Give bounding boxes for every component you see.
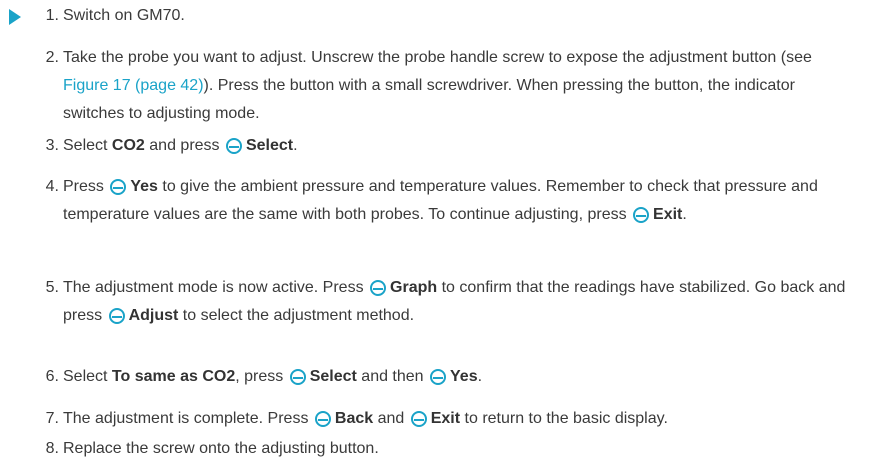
text-run: to return to the basic display. (460, 410, 668, 427)
step-4: 4. Press Yes to give the ambient pressure… (39, 173, 859, 229)
function-key-icon (370, 280, 387, 296)
function-key-icon (108, 308, 125, 324)
step-8: 8. Replace the screw onto the adjusting b… (39, 435, 859, 463)
step-text: Switch on GM70. (63, 2, 859, 30)
text-run: Press (63, 178, 109, 195)
text-run: Select (63, 137, 112, 154)
step-text: The adjustment is complete. Press Back a… (63, 405, 859, 433)
text-run: . (477, 368, 483, 385)
text-run: Switch on GM70. (63, 7, 185, 24)
bold-term: CO2 (111, 137, 145, 154)
step-text: Select CO2 and press Select. (63, 132, 859, 160)
step-number: 6. (45, 368, 59, 385)
step-1: 1. Switch on GM70. (39, 2, 859, 30)
step-number: 7. (45, 410, 59, 427)
text-run: . (293, 137, 298, 154)
text-run: The adjustment is complete. Press (63, 410, 313, 427)
step-2: 2. Take the probe you want to adjust. Uns… (39, 44, 859, 128)
text-run: . (682, 206, 687, 223)
bold-term: Select (309, 368, 357, 385)
step-text: The adjustment mode is now active. Press… (63, 274, 859, 330)
step-number: 4. (45, 178, 59, 195)
step-number: 2. (45, 49, 59, 66)
step-6: 6. Select To same as CO2, press Select an… (39, 363, 859, 391)
function-key-icon (410, 411, 427, 427)
bold-term: Yes (130, 178, 158, 195)
function-key-icon (633, 207, 650, 223)
step-number: 5. (45, 279, 59, 296)
text-run: and press (144, 137, 224, 154)
step-text: Select To same as CO2, press Select and … (63, 363, 859, 391)
bold-term: Exit (653, 206, 683, 223)
figure-reference-link[interactable]: Figure 17 (page 42) (63, 77, 204, 94)
function-key-icon (430, 369, 447, 385)
function-key-icon (225, 138, 242, 154)
text-run: to give the ambient pressure and tempera… (63, 178, 818, 223)
text-run: Take the probe you want to adjust. Unscr… (63, 49, 812, 66)
step-text: Take the probe you want to adjust. Unscr… (63, 44, 859, 128)
function-key-icon (110, 179, 127, 195)
text-run: to select the adjustment method. (178, 307, 415, 324)
text-run: and (373, 410, 409, 427)
step-7: 7. The adjustment is complete. Press Back… (39, 405, 859, 433)
bold-term: Graph (390, 279, 438, 296)
text-run: and then (356, 368, 429, 385)
step-text: Replace the screw onto the adjusting but… (63, 435, 859, 463)
function-key-icon (289, 369, 306, 385)
step-3: 3. Select CO2 and press Select. (39, 132, 859, 160)
bold-term: Adjust (128, 307, 179, 324)
step-text: Press Yes to give the ambient pressure a… (63, 173, 859, 229)
text-run: The adjustment mode is now active. Press (63, 279, 369, 296)
bold-term: Exit (430, 410, 461, 427)
step-number: 3. (45, 137, 59, 154)
bold-term: Yes (450, 368, 478, 385)
text-run: , press (235, 368, 288, 385)
procedure-marker-icon (9, 9, 21, 25)
bold-term: Select (245, 137, 294, 154)
bold-term: Back (334, 410, 374, 427)
text-run: Select (63, 368, 112, 385)
step-5: 5. The adjustment mode is now active. Pre… (39, 274, 859, 330)
step-number: 1. (45, 7, 59, 24)
bold-term: To same as CO2 (111, 368, 236, 385)
step-number: 8. (45, 440, 59, 457)
function-key-icon (314, 411, 331, 427)
